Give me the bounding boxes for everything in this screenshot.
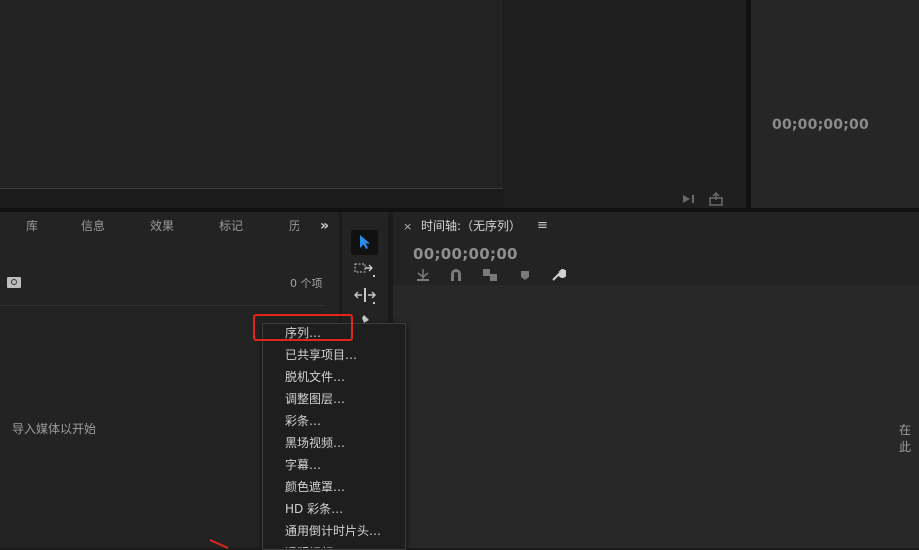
menu-item-countdown-leader[interactable]: 通用倒计时片头… (285, 522, 381, 539)
project-divider (0, 305, 325, 306)
marker-icon[interactable] (517, 267, 533, 283)
panel-menu-icon[interactable]: ≡ (537, 218, 548, 233)
menu-item-transparent-video[interactable]: 透明视频… (285, 544, 345, 548)
export-frame-icon[interactable] (681, 192, 699, 206)
menu-item-color-matte[interactable]: 颜色遮罩… (285, 478, 345, 495)
timeline-title[interactable]: 时间轴:（无序列） (421, 217, 521, 234)
timeline-track-area[interactable] (393, 285, 919, 548)
share-icon[interactable] (708, 192, 724, 206)
item-count: 0 个项 (290, 277, 323, 290)
menu-item-captions[interactable]: 字幕… (285, 456, 321, 473)
close-icon[interactable]: × (403, 220, 412, 233)
tab-info[interactable]: 信息 (81, 217, 105, 234)
program-monitor-viewer (504, 0, 746, 208)
selection-tool[interactable] (351, 230, 378, 255)
linked-selection-icon[interactable] (482, 267, 498, 283)
tab-libraries[interactable]: 库 (26, 217, 38, 234)
nest-sequence-icon[interactable] (415, 267, 431, 283)
menu-item-bars-and-tone[interactable]: 彩条… (285, 412, 321, 429)
tabs-overflow-button[interactable]: » (320, 218, 329, 234)
timeline-timecode[interactable]: 00;00;00;00 (413, 245, 518, 263)
menu-item-shared-project[interactable]: 已共享项目… (285, 346, 357, 363)
track-select-forward-icon[interactable] (353, 260, 377, 280)
highlight-box (253, 314, 353, 341)
timeline-drop-hint: 在此 (899, 423, 912, 454)
source-monitor-viewer (0, 0, 503, 189)
red-arrow-annotation (209, 539, 229, 549)
program-monitor-right (751, 0, 919, 208)
new-item-context-menu: 序列… 已共享项目… 脱机文件… 调整图层… 彩条… 黑场视频… 字幕… 颜色遮… (262, 323, 406, 550)
search-icon[interactable] (7, 277, 21, 288)
menu-item-black-video[interactable]: 黑场视频… (285, 434, 345, 451)
snap-magnet-icon[interactable] (448, 267, 464, 283)
tab-history[interactable]: 历 (289, 217, 299, 234)
arrow-icon (360, 235, 370, 249)
tab-markers[interactable]: 标记 (219, 217, 243, 234)
wrench-icon[interactable] (550, 267, 566, 283)
menu-item-offline-file[interactable]: 脱机文件… (285, 368, 345, 385)
menu-item-adjustment-layer[interactable]: 调整图层… (285, 390, 345, 407)
ripple-edit-icon[interactable] (353, 286, 377, 306)
program-timecode[interactable]: 00;00;00;00 (772, 117, 869, 133)
tab-effects[interactable]: 效果 (150, 217, 174, 234)
menu-item-hd-bars[interactable]: HD 彩条… (285, 500, 343, 517)
import-media-hint[interactable]: 导入媒体以开始 (12, 420, 96, 437)
